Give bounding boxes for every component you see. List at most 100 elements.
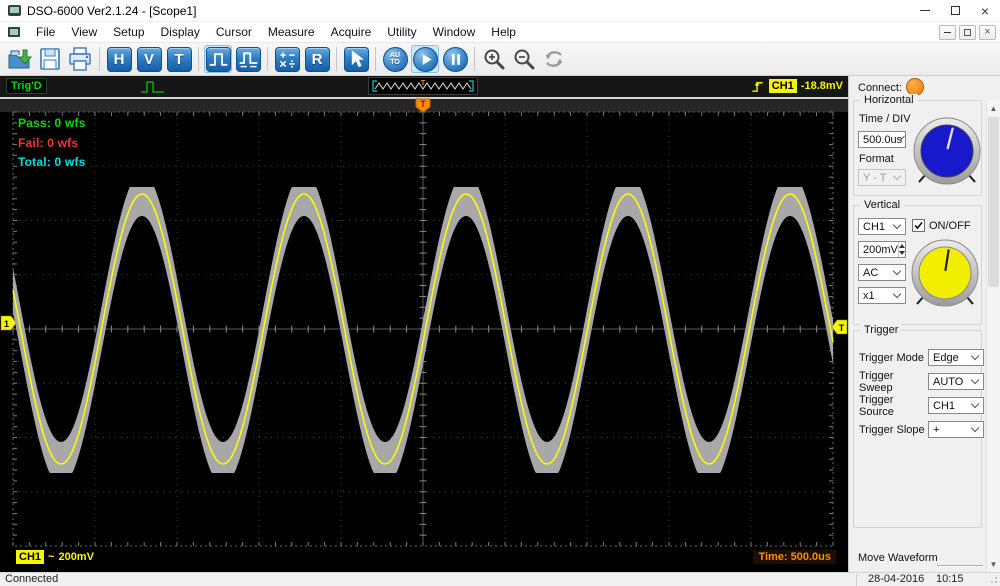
mdi-minimize-icon [944,32,951,33]
cursor-icon [345,48,368,71]
save-icon [37,46,63,72]
move-waveform-label: Move Waveform [858,552,938,564]
auto-label-1: AU [390,52,400,59]
menu-display[interactable]: Display [153,23,208,41]
toolbar-self-calibration-button[interactable] [540,45,568,73]
trigger-source-select[interactable]: CH1 [928,397,984,414]
toolbar-math-button[interactable] [273,45,301,73]
toolbar-ref-button[interactable]: R [303,45,331,73]
menu-bar-items: FileViewSetupDisplayCursorMeasureAcquire… [28,23,524,41]
pulse-icon [207,48,230,71]
trigger-mode-select[interactable]: Edge [928,349,984,366]
svg-text:1: 1 [4,319,9,329]
auto-label-2: TO [390,59,400,66]
format-label: Format [859,153,894,165]
mdi-close-icon: × [984,27,990,38]
toolbar-separator [198,47,199,71]
vertical-legend: Vertical [860,199,904,211]
toolbar-pass-fail-button[interactable] [204,45,232,73]
resize-grip-icon[interactable] [990,576,998,584]
toolbar-run-button[interactable] [411,45,439,73]
minimize-icon [920,10,930,11]
menu-cursor[interactable]: Cursor [208,23,260,41]
menu-measure[interactable]: Measure [260,23,323,41]
format-select[interactable]: Y - T [858,169,906,186]
menu-utility[interactable]: Utility [379,23,424,41]
trigger-level-marker[interactable]: T [832,320,847,334]
mdi-minimize-button[interactable] [939,25,956,40]
status-divider [856,574,857,586]
horizontal-knob[interactable] [911,115,983,187]
vertical-knob-face [919,247,971,299]
menu-window[interactable]: Window [425,23,484,41]
onoff-label: ON/OFF [929,220,971,232]
menu-view[interactable]: View [63,23,105,41]
toolbar-vertical-system-button[interactable]: V [135,45,163,73]
mdi-close-button[interactable]: × [979,25,996,40]
horizontal-knob-face [921,125,973,177]
horizontal-legend: Horizontal [860,94,918,106]
panel-scrollbar[interactable]: ▲ ▼ [986,100,1000,572]
scroll-down-icon[interactable]: ▼ [987,556,1000,572]
app-icon [8,5,21,16]
toolbar-pause-button[interactable] [441,45,469,73]
coupling-select[interactable]: AC [858,264,906,281]
trigger-sweep-select[interactable]: AUTO [928,373,984,390]
chevron-down-icon [971,400,979,408]
window-title: DSO-6000 Ver2.1.24 - [Scope1] [27,4,196,18]
toolbar-zoom-in-button[interactable] [480,45,508,73]
trigger-row-label: Trigger Mode [859,352,924,364]
toolbar-waveform-record-button[interactable] [234,45,262,73]
toolbar-auto-setup-button[interactable]: AU TO [381,45,409,73]
vertical-knob[interactable] [909,237,981,309]
minimize-button[interactable] [910,0,940,21]
title-bar: DSO-6000 Ver2.1.24 - [Scope1] × [0,0,1000,22]
channel-select[interactable]: CH1 [858,218,906,235]
connect-label: Connect: [858,82,902,94]
toolbar-zoom-out-button[interactable] [510,45,538,73]
chevron-down-icon [893,172,901,180]
time-per-div-readout: Time: 500.0us [753,550,836,564]
toolbar-separator [99,47,100,71]
time-div-select[interactable]: 500.0us [858,131,906,148]
close-button[interactable]: × [970,0,1000,21]
toolbar-separator [375,47,376,71]
sync-icon [542,47,566,71]
pulse-record-icon [237,48,260,71]
scroll-up-icon[interactable]: ▲ [987,100,1000,116]
close-icon: × [981,4,989,18]
chevron-down-icon [971,352,979,360]
menu-help[interactable]: Help [483,23,524,41]
menu-file[interactable]: File [28,23,63,41]
horizontal-group: Horizontal Time / DIV 500.0us Format Y -… [853,100,982,196]
zoom-in-icon [482,47,506,71]
toolbar-open-file-button[interactable] [6,45,34,73]
trigger-rows: Trigger ModeEdgeTrigger SweepAUTOTrigger… [859,349,984,445]
pass-count: Pass: 0 wfs [18,114,86,134]
menu-acquire[interactable]: Acquire [323,23,380,41]
toolbar-print-button[interactable] [66,45,94,73]
toolbar-save-button[interactable] [36,45,64,73]
scope-display: Trig'D T CH1 -18.8mV [0,76,848,572]
onoff-checkbox[interactable] [912,219,925,232]
trigger-row: Trigger Mode Edge [859,349,984,366]
play-icon [414,48,437,71]
maximize-button[interactable] [940,0,970,21]
toolbar: H V T R AU TO [0,43,1000,76]
toolbar-cursor-measure-button[interactable] [342,45,370,73]
step-up-icon[interactable] [899,242,905,250]
chevron-down-icon [893,290,901,298]
mdi-restore-button[interactable] [959,25,976,40]
toolbar-separator [336,47,337,71]
menu-setup[interactable]: Setup [105,23,152,41]
volts-div-stepper[interactable]: 200mV [858,241,906,258]
probe-select[interactable]: x1 [858,287,906,304]
step-down-icon[interactable] [899,250,905,258]
toolbar-trigger-system-button[interactable]: T [165,45,193,73]
toolbar-horizontal-system-button[interactable]: H [105,45,133,73]
trigger-position-marker[interactable]: T [416,99,430,112]
status-time: 10:15 [936,573,964,585]
scrollbar-thumb[interactable] [988,117,999,287]
print-icon [67,46,93,72]
trigger-slope-select[interactable]: + [928,421,984,438]
